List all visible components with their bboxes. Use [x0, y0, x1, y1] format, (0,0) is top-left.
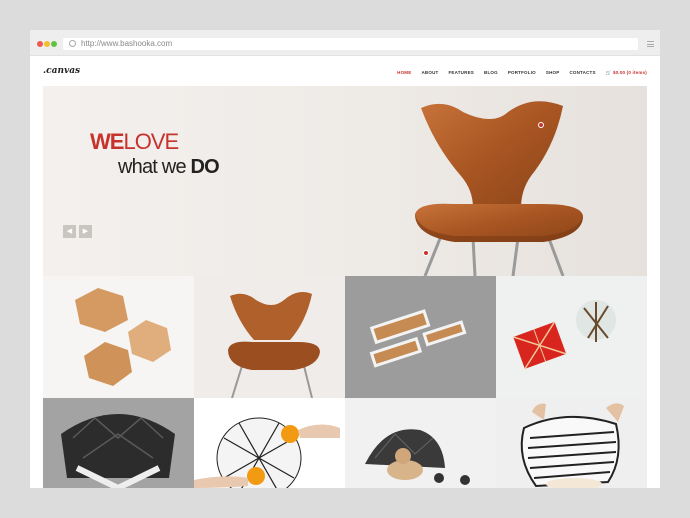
page-info-icon: [69, 40, 76, 47]
portfolio-item-serving-trays[interactable]: [345, 276, 496, 398]
hero-hotspot-upper[interactable]: [538, 122, 544, 128]
portfolio-item-red-storage[interactable]: [496, 276, 647, 398]
nav-contacts[interactable]: CONTACTS: [569, 70, 595, 76]
nav-about[interactable]: ABOUT: [421, 70, 438, 76]
portfolio-item-hexagon-shelves[interactable]: [43, 276, 194, 398]
portfolio-item-pet-cave[interactable]: [345, 398, 496, 488]
address-bar[interactable]: http://www.bashooka.com: [63, 38, 638, 50]
cart-total: $0.00 (0 items): [612, 70, 647, 75]
hero-do: DO: [190, 156, 220, 178]
chevron-right-icon: ▶: [82, 228, 89, 235]
portfolio-item-wood-chair[interactable]: [194, 276, 345, 398]
nav-features[interactable]: FEATURES: [448, 70, 474, 76]
nav-home[interactable]: HOME: [397, 70, 411, 76]
hero-love: LOVE: [123, 129, 179, 154]
cart-icon: 🛒: [605, 70, 612, 75]
site-logo[interactable]: .canvas: [43, 66, 80, 76]
portfolio-item-lounge-armchair[interactable]: [43, 398, 194, 488]
nav-blog[interactable]: BLOG: [484, 70, 498, 76]
nav-shop[interactable]: SHOP: [546, 70, 560, 76]
hamburger-menu-icon[interactable]: [647, 41, 654, 47]
chevron-left-icon: ◀: [66, 228, 73, 235]
hero-hotspot-lower[interactable]: [423, 250, 429, 256]
url-text: http://www.bashooka.com: [81, 39, 173, 48]
browser-toolbar: http://www.bashooka.com: [30, 30, 660, 56]
hero-chair-image: [415, 101, 583, 276]
portfolio-item-wire-lamp[interactable]: [194, 398, 345, 488]
site-header-bar: .canvas HOME ABOUT FEATURES BLOG PORTFOL…: [43, 56, 647, 86]
nav-portfolio[interactable]: PORTFOLIO: [508, 70, 536, 76]
close-window-icon[interactable]: [37, 41, 43, 47]
hero-we: WE: [90, 129, 124, 154]
hero-slider: WELOVE what we DO ◀ ▶: [43, 86, 647, 276]
minimize-window-icon[interactable]: [44, 41, 50, 47]
hero-heading-line2: what we DO: [118, 156, 220, 179]
portfolio-item-striped-stool[interactable]: [496, 398, 647, 488]
slider-prev-button[interactable]: ◀: [63, 225, 76, 238]
maximize-window-icon[interactable]: [51, 41, 57, 47]
hero-what-we: what we: [118, 156, 191, 178]
slider-next-button[interactable]: ▶: [79, 225, 92, 238]
portfolio-grid: [43, 276, 647, 488]
cart-link[interactable]: 🛒 $0.00 (0 items): [606, 70, 647, 76]
main-nav: HOME ABOUT FEATURES BLOG PORTFOLIO SHOP …: [397, 70, 647, 76]
hero-heading-line1: WELOVE: [90, 129, 179, 155]
